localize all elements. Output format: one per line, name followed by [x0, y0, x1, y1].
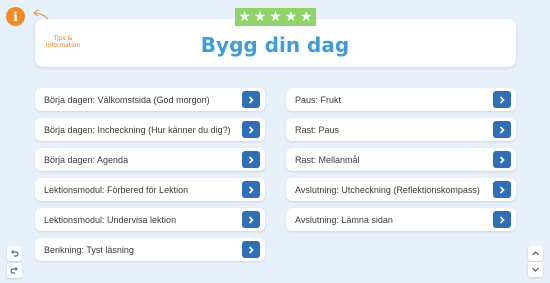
- chevron-down-icon: [532, 267, 539, 272]
- go-button[interactable]: [493, 181, 511, 198]
- redo-icon: [10, 267, 18, 274]
- activity-label: Rast: Paus: [295, 124, 340, 135]
- activity-item[interactable]: Rast: Mellanmål: [286, 148, 516, 171]
- activity-item[interactable]: Börja dagen: Incheckning (Hur känner du …: [35, 118, 265, 141]
- go-button[interactable]: [493, 211, 511, 228]
- go-button[interactable]: [493, 91, 511, 108]
- activity-item[interactable]: Börja dagen: Välkomstsida (God morgon): [35, 88, 265, 111]
- star-icon: ★: [284, 9, 298, 25]
- chevron-right-icon: [499, 125, 505, 134]
- activity-label: Paus: Frukt: [295, 94, 342, 105]
- chevron-right-icon: [248, 125, 254, 134]
- activity-label: Avslutning: Lämna sidan: [295, 214, 393, 225]
- activity-label: Berikning: Tyst läsning: [44, 244, 134, 255]
- activity-label: Börja dagen: Incheckning (Hur känner du …: [44, 124, 231, 135]
- activity-item[interactable]: Avslutning: Lämna sidan: [286, 208, 516, 231]
- star-icon: ★: [299, 9, 313, 25]
- undo-icon: [11, 250, 19, 257]
- star-icon: ★: [253, 9, 267, 25]
- activity-item[interactable]: Avslutning: Utcheckning (Reflektionskomp…: [286, 178, 516, 201]
- star-icon: ★: [269, 9, 282, 25]
- go-button[interactable]: [242, 241, 260, 258]
- info-button[interactable]: i: [6, 7, 25, 26]
- activity-item[interactable]: Lektionsmodul: Förbered för Lektion: [35, 178, 265, 201]
- activity-label: Börja dagen: Välkomstsida (God morgon): [44, 94, 210, 105]
- go-button[interactable]: [493, 121, 511, 138]
- activity-label: Rast: Mellanmål: [295, 154, 360, 165]
- go-button[interactable]: [242, 181, 260, 198]
- scroll-down-button[interactable]: [528, 262, 543, 277]
- chevron-right-icon: [499, 155, 505, 164]
- star-icon: ★: [238, 9, 251, 25]
- activity-item[interactable]: Rast: Paus: [286, 118, 516, 141]
- activity-item[interactable]: Berikning: Tyst läsning: [35, 238, 265, 261]
- activity-label: Avslutning: Utcheckning (Reflektionskomp…: [295, 184, 480, 195]
- chevron-right-icon: [248, 245, 254, 254]
- chevron-up-icon: [532, 251, 539, 256]
- page-title: Bygg din dag: [200, 33, 350, 57]
- redo-button[interactable]: [7, 263, 22, 278]
- info-icon: i: [13, 9, 18, 24]
- go-button[interactable]: [493, 151, 511, 168]
- go-button[interactable]: [242, 151, 260, 168]
- chevron-right-icon: [499, 95, 505, 104]
- scroll-up-button[interactable]: [528, 246, 543, 261]
- chevron-right-icon: [248, 215, 254, 224]
- activity-item[interactable]: Lektionsmodul: Undervisa lektion: [35, 208, 265, 231]
- chevron-right-icon: [248, 185, 254, 194]
- go-button[interactable]: [242, 121, 260, 138]
- chevron-right-icon: [248, 95, 254, 104]
- go-button[interactable]: [242, 91, 260, 108]
- chevron-right-icon: [248, 155, 254, 164]
- activity-label: Börja dagen: Agenda: [44, 154, 129, 165]
- activity-label: Lektionsmodul: Förbered för Lektion: [44, 184, 189, 195]
- chevron-right-icon: [499, 185, 505, 194]
- activity-item[interactable]: Paus: Frukt: [286, 88, 516, 111]
- go-button[interactable]: [242, 211, 260, 228]
- star-rating: ★ ★ ★ ★ ★: [235, 8, 316, 26]
- activity-label: Lektionsmodul: Undervisa lektion: [44, 214, 177, 225]
- activity-item[interactable]: Börja dagen: Agenda: [35, 148, 265, 171]
- chevron-right-icon: [499, 215, 505, 224]
- undo-button[interactable]: [7, 246, 22, 261]
